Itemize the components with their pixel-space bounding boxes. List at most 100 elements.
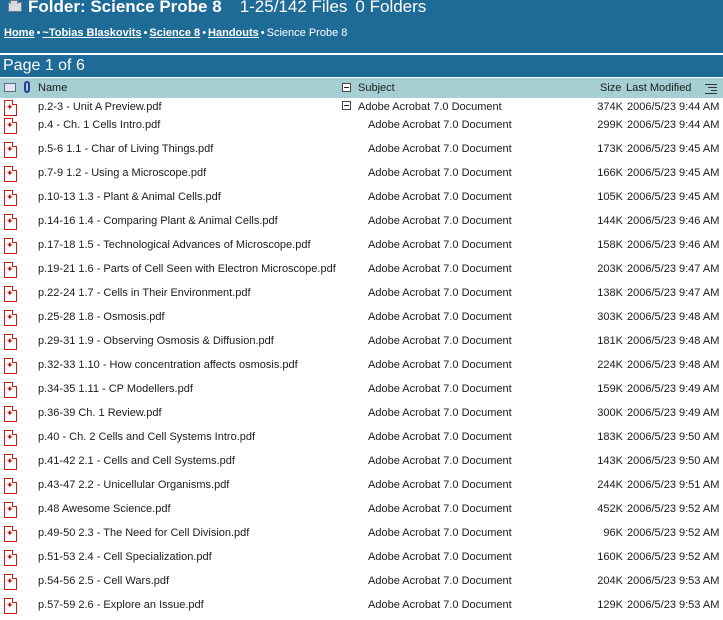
pdf-icon[interactable]: [4, 142, 17, 158]
file-subject: Adobe Acrobat 7.0 Document: [368, 503, 512, 515]
pdf-icon[interactable]: [4, 574, 17, 590]
file-row[interactable]: p.19-21 1.6 - Parts of Cell Seen with El…: [0, 260, 723, 284]
file-name-link[interactable]: p.5-6 1.1 - Char of Living Things.pdf: [38, 143, 213, 155]
file-name-link[interactable]: p.19-21 1.6 - Parts of Cell Seen with El…: [38, 263, 336, 275]
collapse-icon[interactable]: [342, 83, 351, 92]
file-name-link[interactable]: p.43-47 2.2 - Unicellular Organisms.pdf: [38, 479, 229, 491]
file-modified: 2006/5/23 9:45 AM: [627, 191, 720, 203]
pdf-icon[interactable]: [4, 598, 17, 614]
file-subject: Adobe Acrobat 7.0 Document: [368, 431, 512, 443]
file-name-link[interactable]: p.49-50 2.3 - The Need for Cell Division…: [38, 527, 249, 539]
file-row[interactable]: p.43-47 2.2 - Unicellular Organisms.pdf A…: [0, 476, 723, 500]
breadcrumb-current: Science Probe 8: [266, 27, 348, 39]
file-row[interactable]: p.36-39 Ch. 1 Review.pdf Adobe Acrobat 7.…: [0, 404, 723, 428]
file-row[interactable]: p.4 - Ch. 1 Cells Intro.pdf Adobe Acrobat…: [0, 116, 723, 140]
file-size: 143K: [597, 455, 623, 467]
breadcrumb-separator: •: [260, 27, 265, 39]
file-name-link[interactable]: p.4 - Ch. 1 Cells Intro.pdf: [38, 119, 160, 131]
pdf-icon[interactable]: [4, 238, 17, 254]
file-row[interactable]: p.17-18 1.5 - Technological Advances of …: [0, 236, 723, 260]
pdf-icon[interactable]: [4, 334, 17, 350]
file-row[interactable]: p.14-16 1.4 - Comparing Plant & Animal C…: [0, 212, 723, 236]
file-name-link[interactable]: p.7-9 1.2 - Using a Microscope.pdf: [38, 167, 206, 179]
file-size: 299K: [597, 119, 623, 131]
pdf-icon[interactable]: [4, 526, 17, 542]
file-row[interactable]: p.41-42 2.1 - Cells and Cell Systems.pdf…: [0, 452, 723, 476]
file-name-link[interactable]: p.51-53 2.4 - Cell Specialization.pdf: [38, 551, 212, 563]
file-name-link[interactable]: p.25-28 1.8 - Osmosis.pdf: [38, 311, 165, 323]
file-modified: 2006/5/23 9:49 AM: [627, 383, 720, 395]
pdf-icon[interactable]: [4, 286, 17, 302]
file-subject: Adobe Acrobat 7.0 Document: [368, 311, 512, 323]
file-name-link[interactable]: p.34-35 1.11 - CP Modellers.pdf: [38, 383, 193, 395]
pdf-icon[interactable]: [4, 166, 17, 182]
file-row[interactable]: p.32-33 1.10 - How concentration affects…: [0, 356, 723, 380]
file-name-link[interactable]: p.14-16 1.4 - Comparing Plant & Animal C…: [38, 215, 278, 227]
paperclip-icon[interactable]: [24, 81, 30, 93]
file-row[interactable]: p.48 Awesome Science.pdf Adobe Acrobat 7.…: [0, 500, 723, 524]
file-name-link[interactable]: p.22-24 1.7 - Cells in Their Environment…: [38, 287, 251, 299]
pdf-icon[interactable]: [4, 382, 17, 398]
file-subject: Adobe Acrobat 7.0 Document: [368, 359, 512, 371]
breadcrumb-user-link[interactable]: ~Tobias Blaskovits: [42, 27, 141, 39]
file-row[interactable]: p.54-56 2.5 - Cell Wars.pdf Adobe Acrobat…: [0, 572, 723, 596]
file-name-link[interactable]: p.29-31 1.9 - Observing Osmosis & Diffus…: [38, 335, 274, 347]
file-subject: Adobe Acrobat 7.0 Document: [368, 215, 512, 227]
pdf-icon[interactable]: [4, 406, 17, 422]
file-row[interactable]: p.40 - Ch. 2 Cells and Cell Systems Intr…: [0, 428, 723, 452]
pdf-icon[interactable]: [4, 310, 17, 326]
file-name-link[interactable]: p.41-42 2.1 - Cells and Cell Systems.pdf: [38, 455, 235, 467]
file-name-link[interactable]: p.57-59 2.6 - Explore an Issue.pdf: [38, 599, 204, 611]
file-size: 183K: [597, 431, 623, 443]
file-modified: 2006/5/23 9:51 AM: [627, 479, 720, 491]
file-name-link[interactable]: p.17-18 1.5 - Technological Advances of …: [38, 239, 311, 251]
file-name-link[interactable]: p.32-33 1.10 - How concentration affects…: [38, 359, 298, 371]
file-name-link[interactable]: p.40 - Ch. 2 Cells and Cell Systems Intr…: [38, 431, 255, 443]
column-header-name[interactable]: Name: [38, 82, 67, 94]
column-options-icon[interactable]: [705, 82, 717, 94]
view-mode-icon[interactable]: [4, 83, 16, 92]
file-row[interactable]: p.25-28 1.8 - Osmosis.pdf Adobe Acrobat 7…: [0, 308, 723, 332]
file-row[interactable]: p.22-24 1.7 - Cells in Their Environment…: [0, 284, 723, 308]
pdf-icon[interactable]: [4, 550, 17, 566]
file-modified: 2006/5/23 9:52 AM: [627, 527, 720, 539]
file-name-link[interactable]: p.10-13 1.3 - Plant & Animal Cells.pdf: [38, 191, 221, 203]
breadcrumb-home-link[interactable]: Home: [4, 27, 35, 39]
pdf-icon[interactable]: [4, 358, 17, 374]
file-name-link[interactable]: p.48 Awesome Science.pdf: [38, 503, 171, 515]
file-row[interactable]: p.51-53 2.4 - Cell Specialization.pdf Ado…: [0, 548, 723, 572]
file-subject: Adobe Acrobat 7.0 Document: [368, 263, 512, 275]
breadcrumb: Home • ~Tobias Blaskovits • Science 8 • Handou…: [4, 27, 347, 39]
file-modified: 2006/5/23 9:52 AM: [627, 551, 720, 563]
column-header-subject[interactable]: Subject: [358, 82, 395, 94]
pdf-icon[interactable]: [4, 478, 17, 494]
file-name-link[interactable]: p.2-3 - Unit A Preview.pdf: [38, 101, 162, 113]
pdf-icon[interactable]: [4, 262, 17, 278]
file-row[interactable]: p.49-50 2.3 - The Need for Cell Division…: [0, 524, 723, 548]
file-row[interactable]: p.5-6 1.1 - Char of Living Things.pdf Ado…: [0, 140, 723, 164]
column-header-modified[interactable]: Last Modified: [626, 82, 691, 94]
breadcrumb-handouts-link[interactable]: Handouts: [208, 27, 259, 39]
file-row[interactable]: p.7-9 1.2 - Using a Microscope.pdf Adobe …: [0, 164, 723, 188]
file-size: 224K: [597, 359, 623, 371]
pdf-icon[interactable]: [4, 118, 17, 134]
breadcrumb-science8-link[interactable]: Science 8: [149, 27, 200, 39]
file-name-link[interactable]: p.36-39 Ch. 1 Review.pdf: [38, 407, 162, 419]
file-name-link[interactable]: p.54-56 2.5 - Cell Wars.pdf: [38, 575, 169, 587]
file-row[interactable]: p.29-31 1.9 - Observing Osmosis & Diffus…: [0, 332, 723, 356]
pdf-icon[interactable]: [4, 100, 17, 116]
collapse-icon[interactable]: [342, 101, 351, 110]
file-modified: 2006/5/23 9:52 AM: [627, 503, 720, 515]
column-header-size[interactable]: Size: [600, 82, 621, 94]
pdf-icon[interactable]: [4, 190, 17, 206]
pdf-icon[interactable]: [4, 454, 17, 470]
file-subject: Adobe Acrobat 7.0 Document: [368, 239, 512, 251]
file-size: 244K: [597, 479, 623, 491]
file-size: 452K: [597, 503, 623, 515]
file-row[interactable]: p.10-13 1.3 - Plant & Animal Cells.pdf Ad…: [0, 188, 723, 212]
file-row[interactable]: p.57-59 2.6 - Explore an Issue.pdf Adobe …: [0, 596, 723, 620]
file-row[interactable]: p.34-35 1.11 - CP Modellers.pdf Adobe Acr…: [0, 380, 723, 404]
pdf-icon[interactable]: [4, 214, 17, 230]
pdf-icon[interactable]: [4, 430, 17, 446]
pdf-icon[interactable]: [4, 502, 17, 518]
